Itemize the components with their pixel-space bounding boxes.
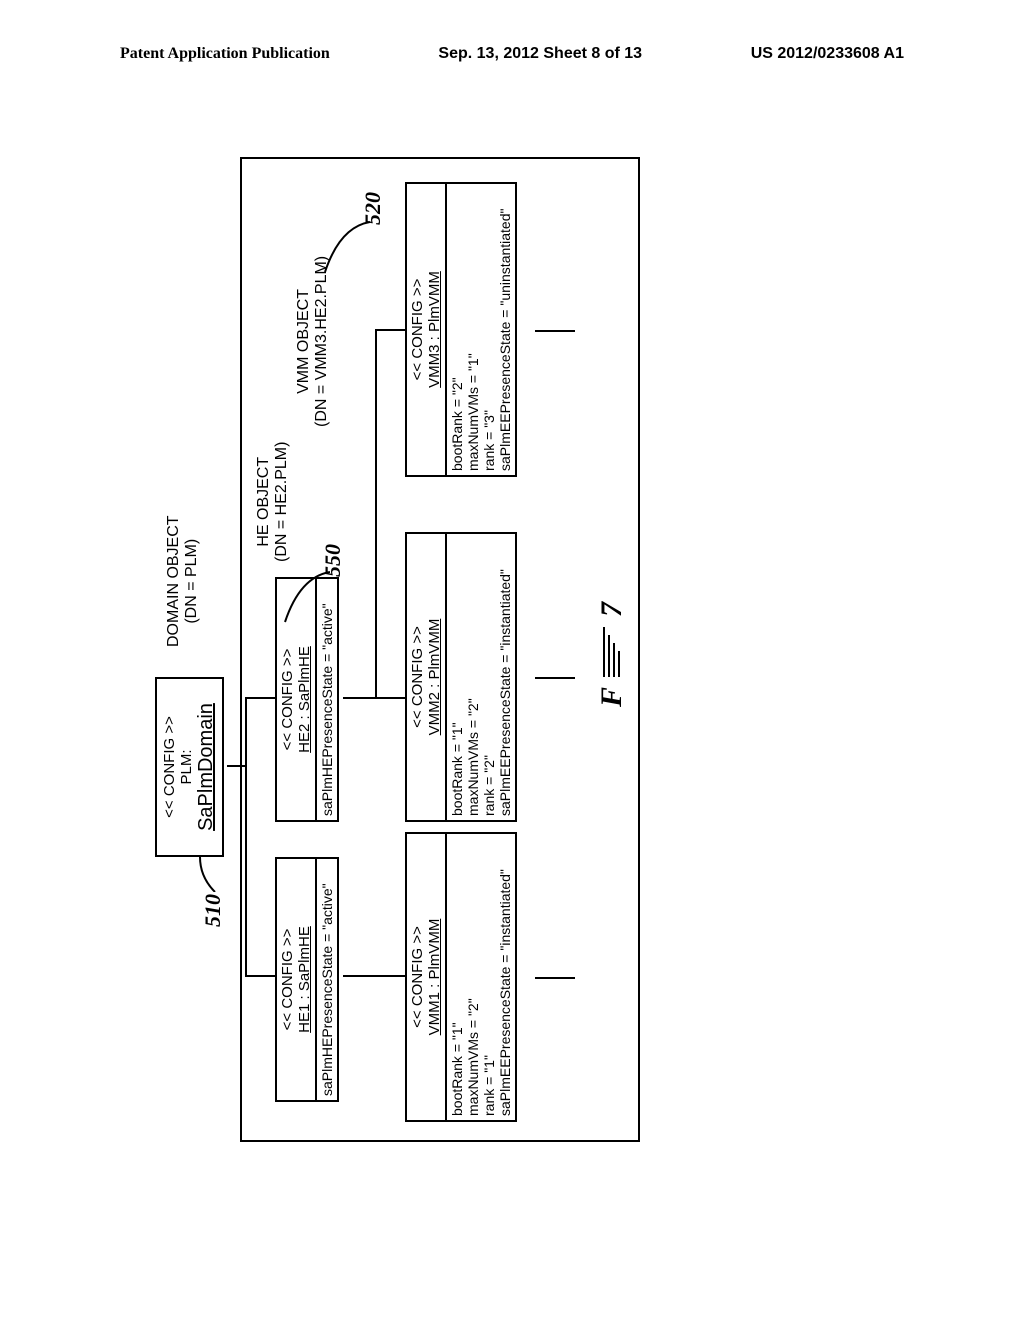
header-left: Patent Application Publication: [120, 45, 330, 63]
domain-name2: SaPlmDomain: [195, 687, 218, 847]
he1-stereotype: << CONFIG >>: [279, 863, 296, 1096]
domain-object-label: DOMAIN OBJECT (DN = PLM): [165, 515, 201, 647]
vmm1-stereotype: << CONFIG >>: [409, 838, 426, 1116]
vmm3-box: << CONFIG >> VMM3 : PlmVMM bootRank = "2…: [405, 182, 517, 477]
vmm1-state: saPlmEEPresenceState = "instantiated": [497, 838, 513, 1116]
vmm1-name: VMM1 : PlmVMM: [426, 838, 443, 1116]
vmm3-state: saPlmEEPresenceState = "uninstantiated": [497, 188, 513, 471]
vmm2-name: VMM2 : PlmVMM: [426, 538, 443, 816]
domain-name1: PLM:: [178, 687, 195, 847]
vmm2-stereotype: << CONFIG >>: [409, 538, 426, 816]
he1-state: saPlmHEPresenceState = "active": [317, 859, 337, 1100]
vmm3-name: VMM3 : PlmVMM: [426, 188, 443, 471]
vmm2-state: saPlmEEPresenceState = "instantiated": [497, 538, 513, 816]
vmm2-maxnumvms: maxNumVMs = "2": [465, 538, 481, 816]
vmm2-bootrank: bootRank = "1": [449, 538, 465, 816]
vmm2-box: << CONFIG >> VMM2 : PlmVMM bootRank = "1…: [405, 532, 517, 822]
vmm1-rank: rank = "1": [481, 838, 497, 1116]
ref-510-arrow: [195, 852, 225, 892]
domain-stereotype: << CONFIG >>: [161, 687, 178, 847]
vmm3-rank: rank = "3": [481, 188, 497, 471]
figure-label: F 7: [595, 602, 629, 707]
header-right: US 2012/0233608 A1: [751, 45, 904, 63]
he1-name: HE1 : SaPlmHE: [296, 863, 313, 1096]
vmm2-rank: rank = "2": [481, 538, 497, 816]
vmm1-bootrank: bootRank = "1": [449, 838, 465, 1116]
vmm1-box: << CONFIG >> VMM1 : PlmVMM bootRank = "1…: [405, 832, 517, 1122]
diagram-container: << CONFIG >> PLM: SaPlmDomain DOMAIN OBJ…: [15, 265, 1015, 1035]
vmm3-maxnumvms: maxNumVMs = "1": [465, 188, 481, 471]
ref-550-arrow: [280, 567, 330, 627]
domain-box: << CONFIG >> PLM: SaPlmDomain: [155, 677, 224, 857]
he1-box: << CONFIG >> HE1 : SaPlmHE saPlmHEPresen…: [275, 857, 339, 1102]
vmm3-stereotype: << CONFIG >>: [409, 188, 426, 471]
vmm-object-label: VMM OBJECT (DN = VMM3.HE2.PLM): [295, 256, 331, 427]
ref-510: 510: [200, 894, 226, 927]
ref-520-arrow: [320, 217, 370, 277]
vmm1-maxnumvms: maxNumVMs = "2": [465, 838, 481, 1116]
he-object-label: HE OBJECT (DN = HE2.PLM): [255, 442, 291, 562]
vmm3-bootrank: bootRank = "2": [449, 188, 465, 471]
header-center: Sep. 13, 2012 Sheet 8 of 13: [438, 45, 642, 63]
